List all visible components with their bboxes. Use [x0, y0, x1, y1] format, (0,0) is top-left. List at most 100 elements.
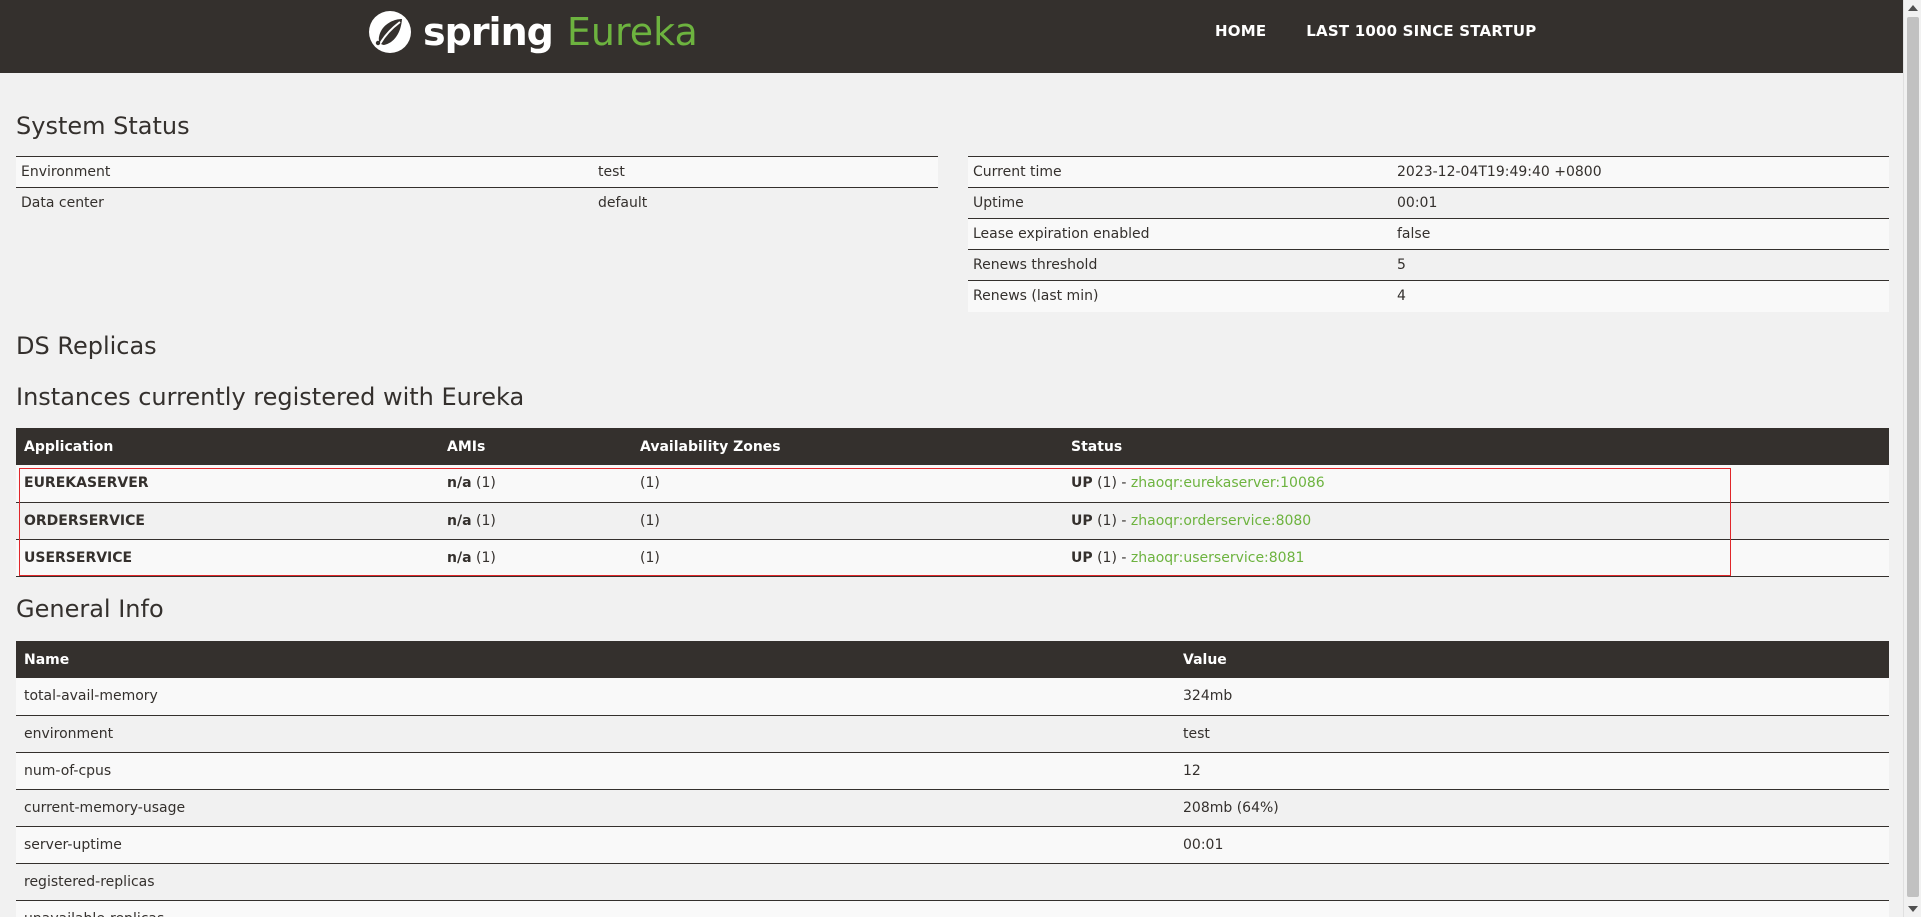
- table-row: registered-replicas: [16, 863, 1889, 901]
- current-time-label: Current time: [968, 156, 1392, 188]
- info-value: [1175, 863, 1889, 901]
- spring-leaf-icon: [369, 11, 411, 53]
- table-row: Current time 2023-12-04T19:49:40 +0800: [968, 156, 1889, 188]
- table-row: server-uptime 00:01: [16, 826, 1889, 864]
- table-row: num-of-cpus 12: [16, 752, 1889, 790]
- ami-cell: n/a (1): [439, 465, 632, 503]
- zones-cell: (1): [632, 539, 1063, 577]
- uptime-label: Uptime: [968, 187, 1392, 219]
- renews-last-min-label: Renews (last min): [968, 280, 1392, 312]
- vertical-scrollbar[interactable]: [1903, 0, 1921, 917]
- info-name: server-uptime: [16, 826, 1175, 864]
- page: spring Eureka HOME LAST 1000 SINCE START…: [0, 0, 1921, 917]
- zones-cell: (1): [632, 465, 1063, 503]
- table-row: total-avail-memory 324mb: [16, 678, 1889, 716]
- status-cell: UP (1) - zhaoqr:orderservice:8080: [1063, 502, 1889, 540]
- general-info-table: Name Value total-avail-memory 324mb envi…: [16, 641, 1889, 917]
- table-row: USERSERVICE n/a (1) (1) UP (1) - zhaoqr:…: [16, 539, 1889, 577]
- ami-cell: n/a (1): [439, 502, 632, 540]
- status-cell: UP (1) - zhaoqr:eurekaserver:10086: [1063, 465, 1889, 503]
- scroll-down-arrow-icon[interactable]: [1908, 906, 1918, 912]
- general-info-heading: General Info: [16, 595, 164, 623]
- uptime-value: 00:01: [1392, 187, 1889, 219]
- ami-label: n/a: [447, 512, 472, 529]
- env-label: Environment: [16, 156, 593, 188]
- table-row: unavailable-replicas: [16, 900, 1889, 917]
- info-value: 12: [1175, 752, 1889, 790]
- info-value: [1175, 900, 1889, 917]
- info-value: 00:01: [1175, 826, 1889, 864]
- navbar: spring Eureka HOME LAST 1000 SINCE START…: [0, 0, 1903, 73]
- status-cell: UP (1) - zhaoqr:userservice:8081: [1063, 539, 1889, 577]
- table-row: Lease expiration enabled false: [968, 218, 1889, 250]
- brand-logo-link[interactable]: spring Eureka: [367, 8, 698, 56]
- instances-heading: Instances currently registered with Eure…: [16, 383, 525, 411]
- scroll-thumb[interactable]: [1907, 17, 1919, 897]
- col-application: Application: [24, 438, 114, 455]
- table-row: Renews (last min) 4: [968, 280, 1889, 312]
- table-row: ORDERSERVICE n/a (1) (1) UP (1) - zhaoqr…: [16, 502, 1889, 540]
- info-value: 324mb: [1175, 678, 1889, 716]
- instance-link[interactable]: zhaoqr:orderservice:8080: [1131, 513, 1311, 529]
- status-count: (1) -: [1097, 512, 1131, 529]
- table-row: Renews threshold 5: [968, 249, 1889, 281]
- table-row: EUREKASERVER n/a (1) (1) UP (1) - zhaoqr…: [16, 465, 1889, 503]
- datacenter-value: default: [593, 187, 938, 219]
- zones-cell: (1): [632, 502, 1063, 540]
- info-name: current-memory-usage: [16, 789, 1175, 827]
- info-name: total-avail-memory: [16, 678, 1175, 716]
- nav-home-link[interactable]: HOME: [1215, 22, 1266, 40]
- col-name: Name: [24, 651, 70, 668]
- current-time-value: 2023-12-04T19:49:40 +0800: [1392, 156, 1889, 188]
- ami-cell: n/a (1): [439, 539, 632, 577]
- system-status-left-table: Environment test Data center default: [16, 156, 938, 219]
- renews-threshold-label: Renews threshold: [968, 249, 1392, 281]
- env-value: test: [593, 156, 938, 188]
- instance-link[interactable]: zhaoqr:eurekaserver:10086: [1131, 475, 1325, 491]
- status-up: UP: [1071, 549, 1093, 566]
- renews-last-min-value: 4: [1392, 280, 1889, 312]
- brand-eureka-text: Eureka: [566, 10, 698, 54]
- ami-count: (1): [475, 475, 496, 492]
- scroll-up-arrow-icon[interactable]: [1908, 5, 1918, 11]
- ami-label: n/a: [447, 549, 472, 566]
- brand-spring-text: spring: [423, 10, 554, 54]
- nav-links: HOME LAST 1000 SINCE STARTUP: [1215, 22, 1536, 40]
- col-status: Status: [1071, 438, 1123, 455]
- col-value: Value: [1183, 651, 1227, 668]
- info-value: 208mb (64%): [1175, 789, 1889, 827]
- app-name: EUREKASERVER: [16, 465, 439, 503]
- instances-table: Application AMIs Availability Zones Stat…: [16, 428, 1889, 577]
- lease-value: false: [1392, 218, 1889, 250]
- nav-last-1000-link[interactable]: LAST 1000 SINCE STARTUP: [1306, 22, 1536, 40]
- lease-label: Lease expiration enabled: [968, 218, 1392, 250]
- info-name: environment: [16, 715, 1175, 753]
- info-name: num-of-cpus: [16, 752, 1175, 790]
- ami-count: (1): [475, 512, 496, 529]
- status-count: (1) -: [1097, 549, 1131, 566]
- col-availability-zones: Availability Zones: [640, 438, 781, 455]
- instance-link[interactable]: zhaoqr:userservice:8081: [1131, 550, 1305, 566]
- table-row: environment test: [16, 715, 1889, 753]
- app-name: USERSERVICE: [16, 539, 439, 577]
- app-name: ORDERSERVICE: [16, 502, 439, 540]
- status-count: (1) -: [1097, 475, 1131, 492]
- renews-threshold-value: 5: [1392, 249, 1889, 281]
- status-up: UP: [1071, 475, 1093, 492]
- system-status-heading: System Status: [16, 112, 190, 140]
- info-name: unavailable-replicas: [16, 900, 1175, 917]
- instances-header-row: Application AMIs Availability Zones Stat…: [16, 428, 1889, 465]
- system-status-right-table: Current time 2023-12-04T19:49:40 +0800 U…: [968, 156, 1889, 312]
- table-row: Data center default: [16, 187, 938, 219]
- ami-label: n/a: [447, 475, 472, 492]
- datacenter-label: Data center: [16, 187, 593, 219]
- general-info-header-row: Name Value: [16, 641, 1889, 678]
- ds-replicas-heading: DS Replicas: [16, 332, 157, 360]
- table-row: Uptime 00:01: [968, 187, 1889, 219]
- info-name: registered-replicas: [16, 863, 1175, 901]
- col-amis: AMIs: [447, 438, 486, 455]
- info-value: test: [1175, 715, 1889, 753]
- table-row: current-memory-usage 208mb (64%): [16, 789, 1889, 827]
- status-up: UP: [1071, 512, 1093, 529]
- table-row: Environment test: [16, 156, 938, 188]
